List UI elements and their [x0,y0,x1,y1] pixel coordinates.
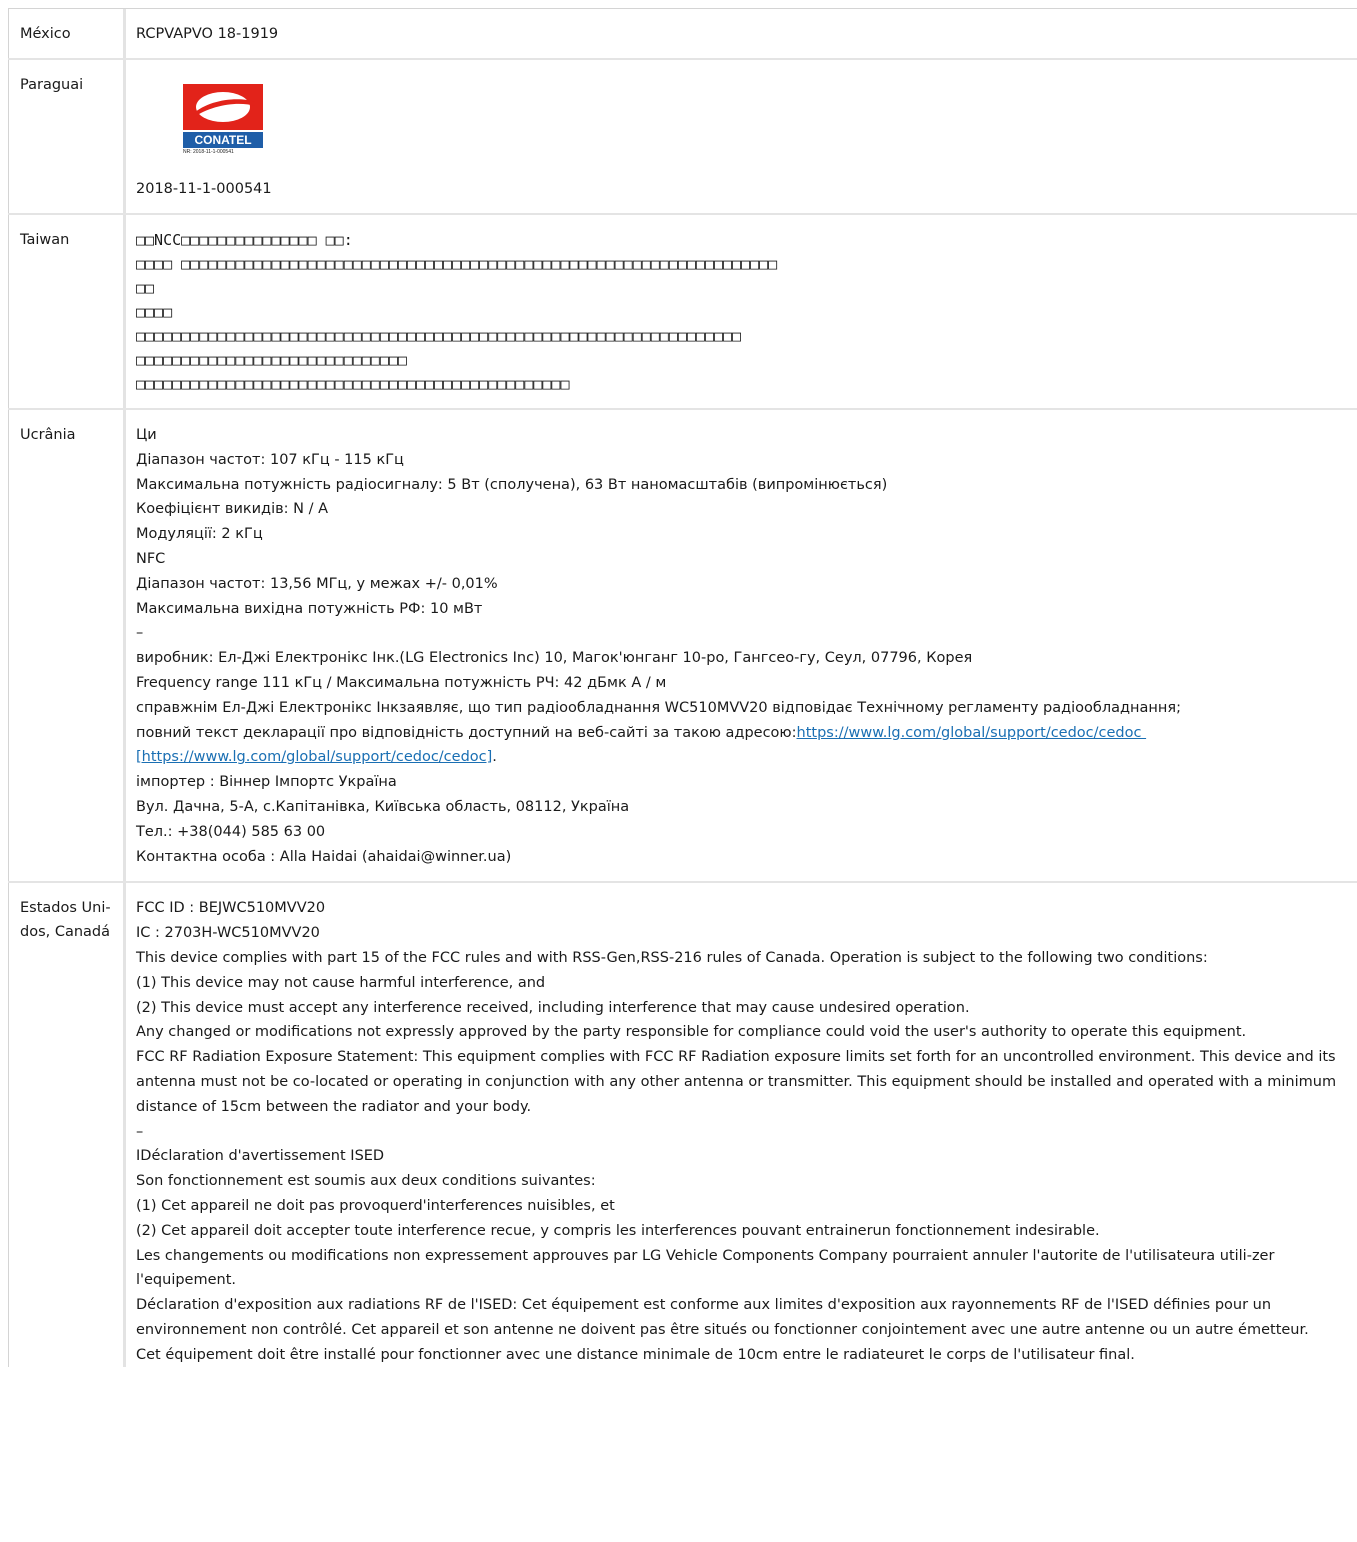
country-cell: Ucrânia [8,410,126,882]
conatel-swoosh-icon [183,84,263,130]
text-line: Ци [136,427,157,443]
text-line: FCC ID : BEJWC510MVV20 [136,900,326,917]
table-row-paraguay: Paraguai CONATEL NR: 2018-11-1-000541 20… [8,60,1357,215]
text-line: □□□□ [136,303,173,321]
text-line: □□NCC□□□□□□□□□□□□□□□ □□: [136,231,353,249]
conatel-wordmark: CONATEL [183,130,263,148]
content-cell: FCC ID : BEJWC510MVV20 IC : 2703H-WC510M… [126,883,1357,1367]
table-row-ukraine: Ucrânia Ци Діапазон частот: 107 кГц - 11… [8,410,1357,884]
text-line: імпортер : Віннер Імпортс Україна [136,774,397,791]
text-line: (1) Cet appareil ne doit pas provoquerd'… [136,1197,615,1214]
conatel-logo: CONATEL NR: 2018-11-1-000541 [183,84,263,156]
country-cell: Taiwan [8,215,126,408]
declaration-line: повний текст декларації про відповідніст… [136,721,1353,771]
text-line: Контактна особа : Alla Haidai (ahaidai@w… [136,848,512,865]
text-line: – [136,1123,144,1140]
text-line: Модуляції: 2 кГц [136,526,263,543]
text-line: FCC RF Radiation Exposure Statement: Thi… [136,1049,1341,1115]
text-line: справжнім Ел-Джі Електронікс Інкзаявляє,… [136,699,1181,716]
table-row-usa-canada: Estados Uni-dos, Canadá FCC ID : BEJWC51… [8,883,1357,1368]
text-line: Максимальна вихідна потужність РФ: 10 мВ… [136,600,483,617]
text-line: Déclaration d'exposition aux radiations … [136,1297,1309,1338]
text-line: Son fonctionnement est soumis aux deux c… [136,1173,596,1190]
text-line: NFC [136,550,166,567]
content-cell: □□NCC□□□□□□□□□□□□□□□ □□: □□□□ □□□□□□□□□□… [126,215,1357,408]
text-line: This device complies with part 15 of the… [136,949,1208,966]
table-row-mexico: México RCPVAPVO 18-1919 [8,9,1357,60]
table-row-taiwan: Taiwan □□NCC□□□□□□□□□□□□□□□ □□: □□□□ □□□… [8,215,1357,410]
text-line: виробник: Ел-Джі Електронікс Інк.(LG Ele… [136,650,973,667]
text-line: □□□□□□□□□□□□□□□□□□□□□□□□□□□□□□ [136,351,407,369]
declaration-prefix: повний текст декларації про відповідніст… [136,724,797,741]
text-line: Frequency range 111 кГц / Максимальна по… [136,674,667,691]
text-line: Тел.: +38(044) 585 63 00 [136,823,326,840]
text-line: □□□□□□□□□□□□□□□□□□□□□□□□□□□□□□□□□□□□□□□□… [136,327,742,345]
text-line: (1) This device may not cause harmful in… [136,974,546,991]
conatel-registration: NR: 2018-11-1-000541 [183,149,234,155]
text-line: □□ [136,279,155,297]
certification-number: RCPVAPVO 18-1919 [136,26,279,42]
text-line: (2) This device must accept any interfer… [136,999,970,1016]
text-line: □□□□ □□□□□□□□□□□□□□□□□□□□□□□□□□□□□□□□□□□… [136,255,778,273]
text-line: – [136,625,144,642]
certification-number: 2018-11-1-000541 [136,181,272,197]
text-line: IDéclaration d'avertissement ISED [136,1148,385,1165]
text-line: Вул. Дачна, 5-А, с.Капітанівка, Київська… [136,798,630,815]
text-line: Cet équipement doit être installé pour f… [136,1346,1135,1363]
declaration-suffix: . [492,749,497,766]
country-cell: Estados Uni-dos, Canadá [8,883,126,1368]
content-cell: RCPVAPVO 18-1919 [126,9,1357,58]
text-line: Les changements ou modifications non exp… [136,1247,1280,1289]
text-line: Коефіцієнт викидів: N / A [136,501,329,518]
compliance-table: México RCPVAPVO 18-1919 Paraguai CONATEL… [8,8,1357,1368]
text-line: □□□□□□□□□□□□□□□□□□□□□□□□□□□□□□□□□□□□□□□□… [136,375,570,393]
text-line: Діапазон частот: 107 кГц - 115 кГц [136,451,404,468]
content-cell: CONATEL NR: 2018-11-1-000541 2018-11-1-0… [126,60,1357,213]
text-line: (2) Cet appareil doit accepter toute int… [136,1222,1100,1239]
country-cell: Paraguai [8,60,126,213]
text-line: Діапазон частот: 13,56 МГц, у межах +/- … [136,575,498,592]
text-line: Максимальна потужність радіосигналу: 5 В… [136,476,888,493]
text-line: IC : 2703H-WC510MVV20 [136,925,320,942]
country-cell: México [8,9,126,58]
content-cell: Ци Діапазон частот: 107 кГц - 115 кГц Ма… [126,410,1357,881]
text-line: Any changed or modifications not express… [136,1024,1247,1041]
